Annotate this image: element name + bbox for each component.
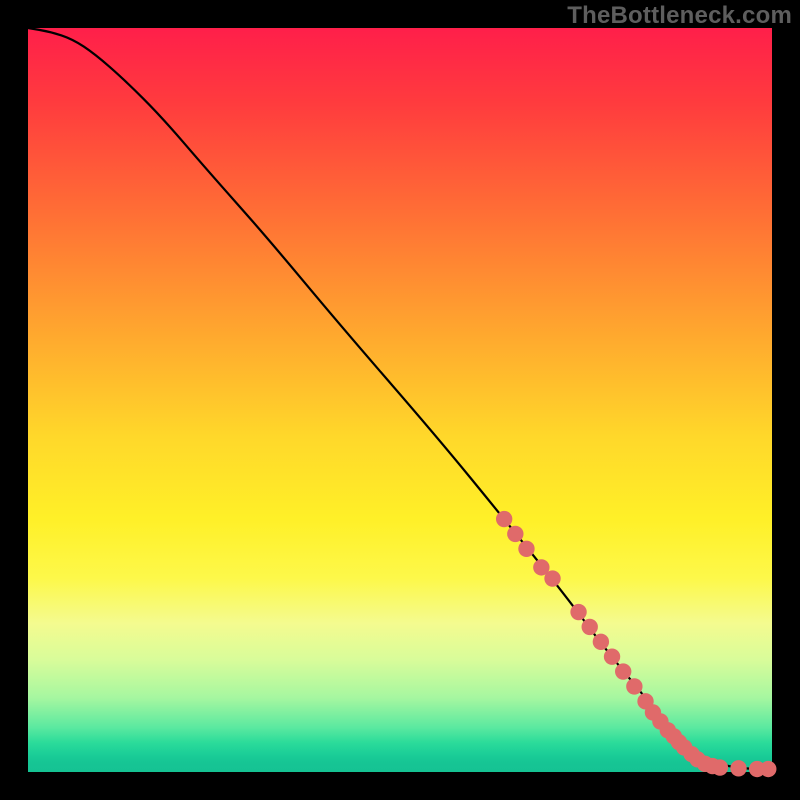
highlight-dot: [615, 663, 631, 679]
chart-frame: TheBottleneck.com: [0, 0, 800, 800]
highlight-dot: [570, 604, 586, 620]
highlight-dot: [730, 760, 746, 776]
highlight-dot: [496, 511, 512, 527]
highlight-dot: [518, 541, 534, 557]
highlight-dot: [712, 759, 728, 775]
chart-svg: [28, 28, 772, 772]
main-curve: [28, 28, 772, 769]
watermark-text: TheBottleneck.com: [567, 2, 792, 30]
highlight-dot: [507, 526, 523, 542]
plot-area: [28, 28, 772, 772]
highlight-dot: [593, 634, 609, 650]
highlight-dot: [544, 570, 560, 586]
highlight-dots: [496, 511, 776, 777]
highlight-dot: [626, 678, 642, 694]
highlight-dot: [604, 648, 620, 664]
highlight-dot: [582, 619, 598, 635]
highlight-dot: [760, 761, 776, 777]
